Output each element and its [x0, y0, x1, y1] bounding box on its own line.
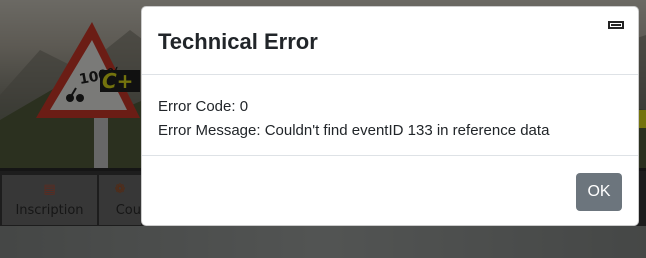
ok-button[interactable]: OK	[576, 173, 622, 211]
error-dialog: Technical Error Error Code: 0 Error Mess…	[141, 6, 639, 226]
dialog-title: Technical Error	[158, 29, 318, 54]
error-message-text: Error Message: Couldn't find eventID 133…	[158, 122, 550, 139]
error-code-text: Error Code: 0	[158, 98, 249, 115]
dialog-body: Error Code: 0 Error Message: Couldn't fi…	[142, 75, 638, 156]
dialog-header: Technical Error	[142, 7, 638, 75]
close-icon[interactable]	[608, 21, 624, 29]
